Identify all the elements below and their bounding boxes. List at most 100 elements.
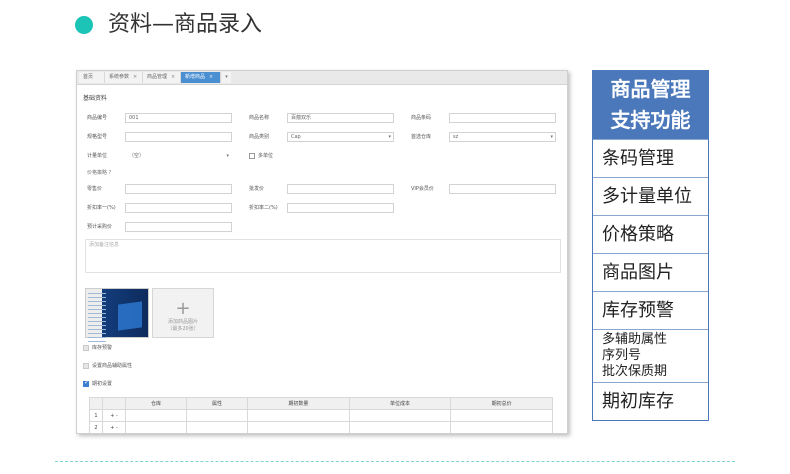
barcode-label: 商品条码 [411,115,432,121]
tab-bar: 首页 系统参数 × 商品管理 × 新增商品 × ▾ [77,71,567,85]
stock-alert-label: 库存预警 [92,345,113,351]
discount1-input[interactable] [125,203,232,213]
unit-value: （空） [129,153,145,159]
cell[interactable] [348,409,452,422]
tab-system-params[interactable]: 系统参数 × [105,72,143,83]
close-icon[interactable]: × [171,74,175,80]
wholesale-price-input[interactable] [287,184,394,194]
cell[interactable] [247,421,350,433]
initial-stock-grid: 仓库 属性 期初数量 单位成本 期初总价 1 + - 2 + - [89,397,553,433]
feature-item: 期初库存 [593,382,708,420]
wholesale-price-label: 批发价 [249,186,265,192]
cell[interactable] [450,421,553,433]
product-code-input[interactable]: 001 [125,113,232,123]
plus-icon: + [175,298,191,319]
tab-home[interactable]: 首页 [79,72,105,83]
grid-header-initial-qty: 期初数量 [247,397,350,410]
cell[interactable] [124,421,188,433]
discount2-input[interactable] [287,203,394,213]
unit-label: 计量单位 [87,153,108,159]
add-image-button[interactable]: + 添加商品图片 （最多20张） [152,288,214,338]
section-basic-info: 基础资料 [83,95,108,102]
grid-header-attribute: 属性 [186,397,249,410]
grid-header-ops [102,397,126,410]
table-row: 1 + - [89,409,553,422]
product-name-input[interactable]: 百蕴双乐 [287,113,394,123]
feature-list: 商品管理 支持功能 条码管理 多计量单位 价格策略 商品图片 库存预警 多辅助属… [592,70,709,421]
feature-item: 条码管理 [593,139,708,177]
warehouse-label: 首选仓库 [411,134,432,140]
warehouse-select[interactable]: sz [449,132,556,142]
feature-subitem: 多辅助属性 [602,332,668,347]
product-name-label: 商品名称 [249,115,270,121]
feature-title-line1: 商品管理 [610,77,691,101]
aux-attr-checkbox[interactable] [83,363,89,369]
grid-header-warehouse: 仓库 [124,397,188,410]
grid-header-index [89,397,103,410]
multi-unit-label: 多单位 [258,153,274,159]
initial-setup-label: 期初设置 [92,381,113,387]
purchase-price-label: 预计采购价 [87,224,113,230]
grid-header-unit-cost: 单位成本 [348,397,452,410]
retail-price-label: 零售价 [87,186,103,192]
category-label: 商品类别 [249,134,270,140]
feature-list-header: 商品管理 支持功能 [593,71,708,139]
tab-label: 商品管理 [147,74,168,80]
windows-logo-icon [118,301,142,331]
row-add-remove-buttons[interactable]: + - [102,409,126,422]
add-image-label: 添加商品图片 [167,319,198,325]
price-strategy-label: 价格策略 ? [87,170,112,176]
warehouse-value: sz [453,134,459,140]
feature-item-group: 多辅助属性 序列号 批次保质期 [593,329,708,382]
spec-label: 规格型号 [87,134,108,140]
cell[interactable] [186,409,249,422]
tab-label: 新增商品 [185,74,206,80]
cell[interactable] [186,421,249,433]
initial-setup-checkbox[interactable] [83,379,89,387]
product-code-label: 商品编号 [87,115,108,121]
chevron-down-icon[interactable]: ▾ [222,72,231,83]
bottom-divider [55,461,735,462]
discount2-label: 折扣率二(%) [249,205,278,211]
multi-unit-checkbox[interactable] [249,153,255,159]
feature-item: 库存预警 [593,291,708,329]
purchase-price-input[interactable] [125,222,232,232]
cell[interactable] [348,421,452,433]
table-row: 2 + - [89,421,553,433]
vip-price-input[interactable] [449,184,556,194]
add-image-limit: （最多20张） [167,326,199,332]
grid-header-row: 仓库 属性 期初数量 单位成本 期初总价 [89,397,553,410]
feature-item: 价格策略 [593,215,708,253]
stock-alert-checkbox[interactable] [83,345,89,351]
thumbnail-list-lines [88,293,106,343]
page-title: 资料—商品录入 [108,12,263,37]
heading-bullet-dot [75,16,93,34]
feature-subitem: 批次保质期 [602,364,668,379]
product-image-thumbnail[interactable] [85,288,149,343]
barcode-input[interactable] [449,113,556,123]
cell[interactable] [450,409,553,422]
feature-item: 多计量单位 [593,177,708,215]
feature-item: 商品图片 [593,253,708,291]
grid-header-initial-total: 期初总价 [450,397,553,410]
retail-price-input[interactable] [125,184,232,194]
cell[interactable] [247,409,350,422]
unit-select[interactable]: （空） [125,151,232,161]
category-select[interactable]: Cap [287,132,394,142]
feature-title-line2: 支持功能 [610,108,691,132]
discount1-label: 折扣率一(%) [87,205,116,211]
close-icon[interactable]: × [209,74,213,80]
row-add-remove-buttons[interactable]: + - [102,421,126,433]
row-index: 1 [89,409,103,422]
tab-label: 系统参数 [109,74,130,80]
aux-attr-label: 设置商品辅助属性 [92,363,133,369]
row-index: 2 [89,421,103,433]
tab-new-product[interactable]: 新增商品 × [181,72,221,83]
tab-product-management[interactable]: 商品管理 × [143,72,181,83]
close-icon[interactable]: × [133,74,137,80]
cell[interactable] [124,409,188,422]
vip-price-label: VIP会员价 [411,186,434,192]
tab-label: 首页 [83,74,94,80]
memo-textarea[interactable]: 添加备注信息 [85,239,561,273]
spec-input[interactable] [125,132,232,142]
